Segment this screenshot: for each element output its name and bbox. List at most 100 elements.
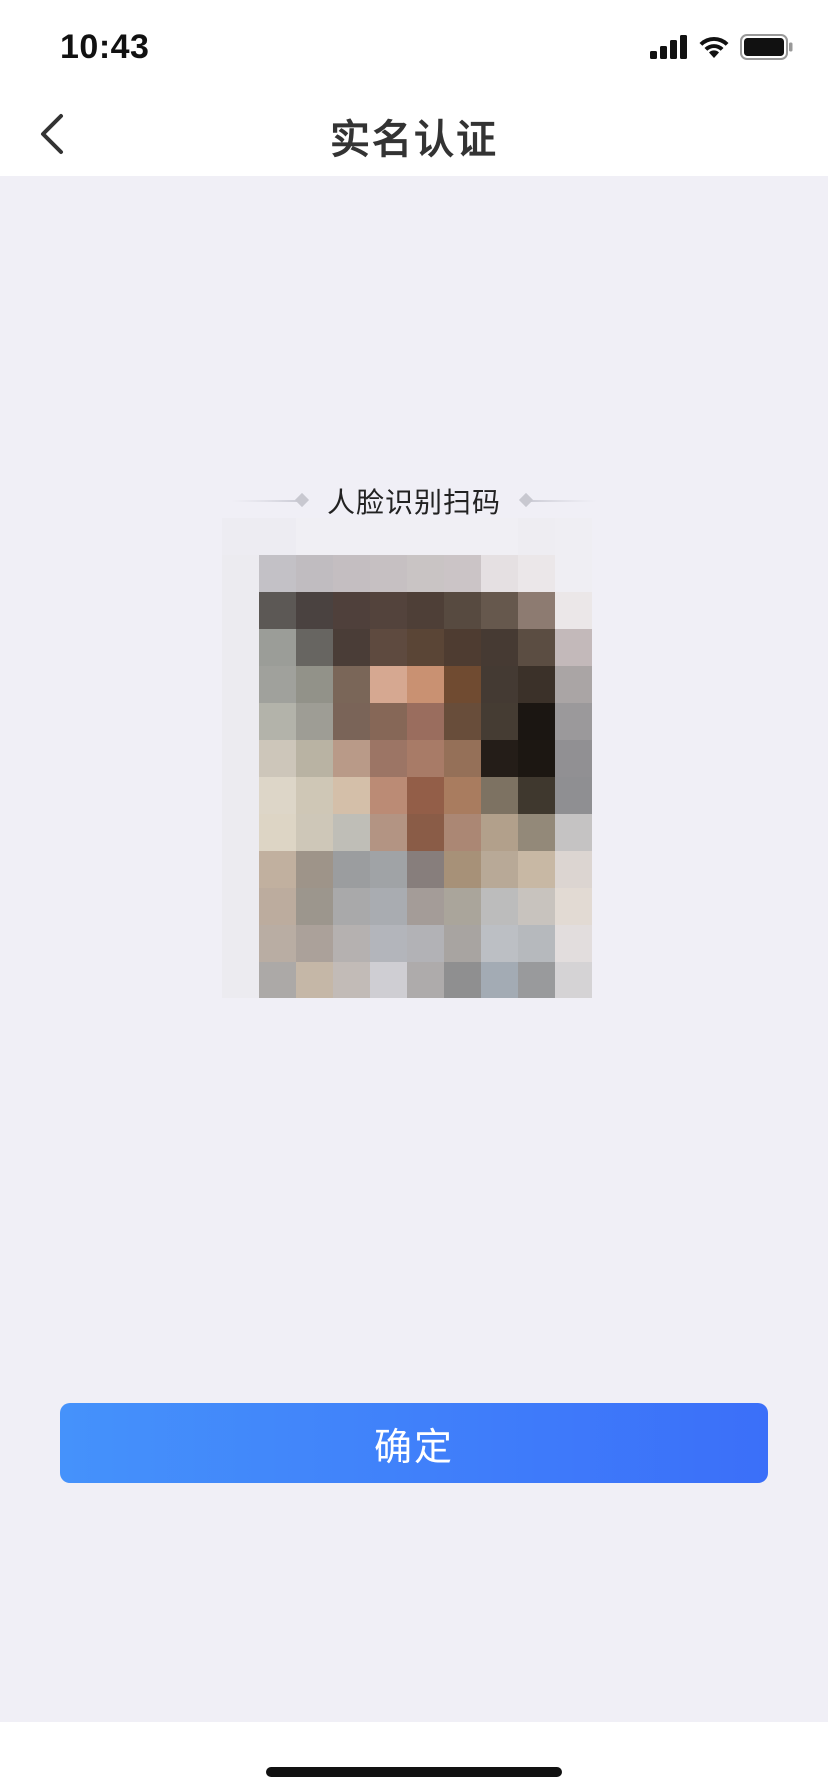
mosaic-tile xyxy=(481,666,519,704)
mosaic-tile xyxy=(222,666,260,704)
mosaic-tile xyxy=(444,629,482,667)
status-bar: 10:43 xyxy=(0,0,828,96)
mosaic-tile xyxy=(333,629,371,667)
mosaic-tile xyxy=(518,925,556,963)
mosaic-tile xyxy=(296,555,334,593)
mosaic-tile xyxy=(407,888,445,926)
mosaic-tile xyxy=(444,518,482,556)
mosaic-tile xyxy=(259,851,297,889)
mosaic-tile xyxy=(444,925,482,963)
mosaic-tile xyxy=(222,777,260,815)
mosaic-tile xyxy=(481,555,519,593)
mosaic-tile xyxy=(222,888,260,926)
mosaic-tile xyxy=(518,629,556,667)
back-button[interactable] xyxy=(20,104,84,168)
mosaic-tile xyxy=(407,518,445,556)
mosaic-tile xyxy=(259,555,297,593)
mosaic-tile xyxy=(370,703,408,741)
mosaic-tile xyxy=(407,592,445,630)
mosaic-tile xyxy=(222,518,260,556)
mosaic-tile xyxy=(222,703,260,741)
mosaic-tile xyxy=(222,740,260,778)
mosaic-tile xyxy=(481,888,519,926)
home-indicator xyxy=(266,1767,562,1777)
mosaic-tile xyxy=(259,592,297,630)
mosaic-tile xyxy=(370,666,408,704)
mosaic-tile xyxy=(333,555,371,593)
mosaic-tile xyxy=(333,777,371,815)
mosaic-tile xyxy=(333,888,371,926)
mosaic-tile xyxy=(555,888,592,926)
face-scan-title: 人脸识别扫码 xyxy=(326,486,501,519)
mosaic-tile xyxy=(444,777,482,815)
mosaic-tile xyxy=(481,703,519,741)
mosaic-tile xyxy=(518,518,556,556)
mosaic-tile xyxy=(407,814,445,852)
mosaic-tile xyxy=(444,851,482,889)
pixelated-face-photo xyxy=(222,518,592,998)
mosaic-tile xyxy=(370,592,408,630)
mosaic-tile xyxy=(222,851,260,889)
mosaic-tile xyxy=(518,592,556,630)
mosaic-tile xyxy=(370,962,408,998)
mosaic-tile xyxy=(518,962,556,998)
mosaic-tile xyxy=(259,703,297,741)
mosaic-tile xyxy=(296,925,334,963)
mosaic-tile xyxy=(333,592,371,630)
mosaic-tile xyxy=(481,962,519,998)
mosaic-tile xyxy=(370,740,408,778)
mosaic-tile xyxy=(518,740,556,778)
mosaic-tile xyxy=(555,629,592,667)
mosaic-tile xyxy=(407,925,445,963)
mosaic-tile xyxy=(370,629,408,667)
mosaic-tile xyxy=(555,740,592,778)
mosaic-tile xyxy=(370,777,408,815)
mosaic-tile xyxy=(518,703,556,741)
battery-icon xyxy=(740,34,794,64)
mosaic-tile xyxy=(481,740,519,778)
mosaic-tile xyxy=(370,555,408,593)
mosaic-tile xyxy=(296,592,334,630)
mosaic-tile xyxy=(481,629,519,667)
confirm-button[interactable]: 确定 xyxy=(60,1403,768,1483)
mosaic-tile xyxy=(370,851,408,889)
mosaic-tile xyxy=(407,777,445,815)
status-time: 10:43 xyxy=(60,28,150,66)
mosaic-tile xyxy=(407,962,445,998)
mosaic-tile xyxy=(333,814,371,852)
mosaic-tile xyxy=(481,592,519,630)
mosaic-tile xyxy=(518,777,556,815)
mosaic-tile xyxy=(555,925,592,963)
wifi-icon xyxy=(698,35,730,63)
mosaic-tile xyxy=(555,555,592,593)
mosaic-tile xyxy=(481,851,519,889)
chevron-left-icon xyxy=(37,112,67,160)
mosaic-tile xyxy=(296,814,334,852)
mosaic-tile xyxy=(407,629,445,667)
mosaic-tile xyxy=(222,962,260,998)
mosaic-tile xyxy=(296,740,334,778)
mosaic-tile xyxy=(555,814,592,852)
mosaic-tile xyxy=(333,518,371,556)
home-bar-area xyxy=(0,1722,828,1792)
mosaic-tile xyxy=(444,592,482,630)
mosaic-tile xyxy=(296,629,334,667)
mosaic-tile xyxy=(518,888,556,926)
mosaic-tile xyxy=(518,851,556,889)
face-photo xyxy=(222,518,592,998)
mosaic-tile xyxy=(259,629,297,667)
signal-icon xyxy=(650,35,688,63)
mosaic-tile xyxy=(296,703,334,741)
mosaic-tile xyxy=(333,740,371,778)
mosaic-tile xyxy=(296,666,334,704)
mosaic-tile xyxy=(259,518,297,556)
nav-bar: 实名认证 xyxy=(0,96,828,176)
mosaic-tile xyxy=(370,518,408,556)
page-title: 实名认证 xyxy=(330,117,498,163)
mosaic-tile xyxy=(407,703,445,741)
mosaic-tile xyxy=(222,592,260,630)
mosaic-tile xyxy=(407,666,445,704)
mosaic-tile xyxy=(555,962,592,998)
mosaic-tile xyxy=(481,518,519,556)
mosaic-tile xyxy=(370,925,408,963)
